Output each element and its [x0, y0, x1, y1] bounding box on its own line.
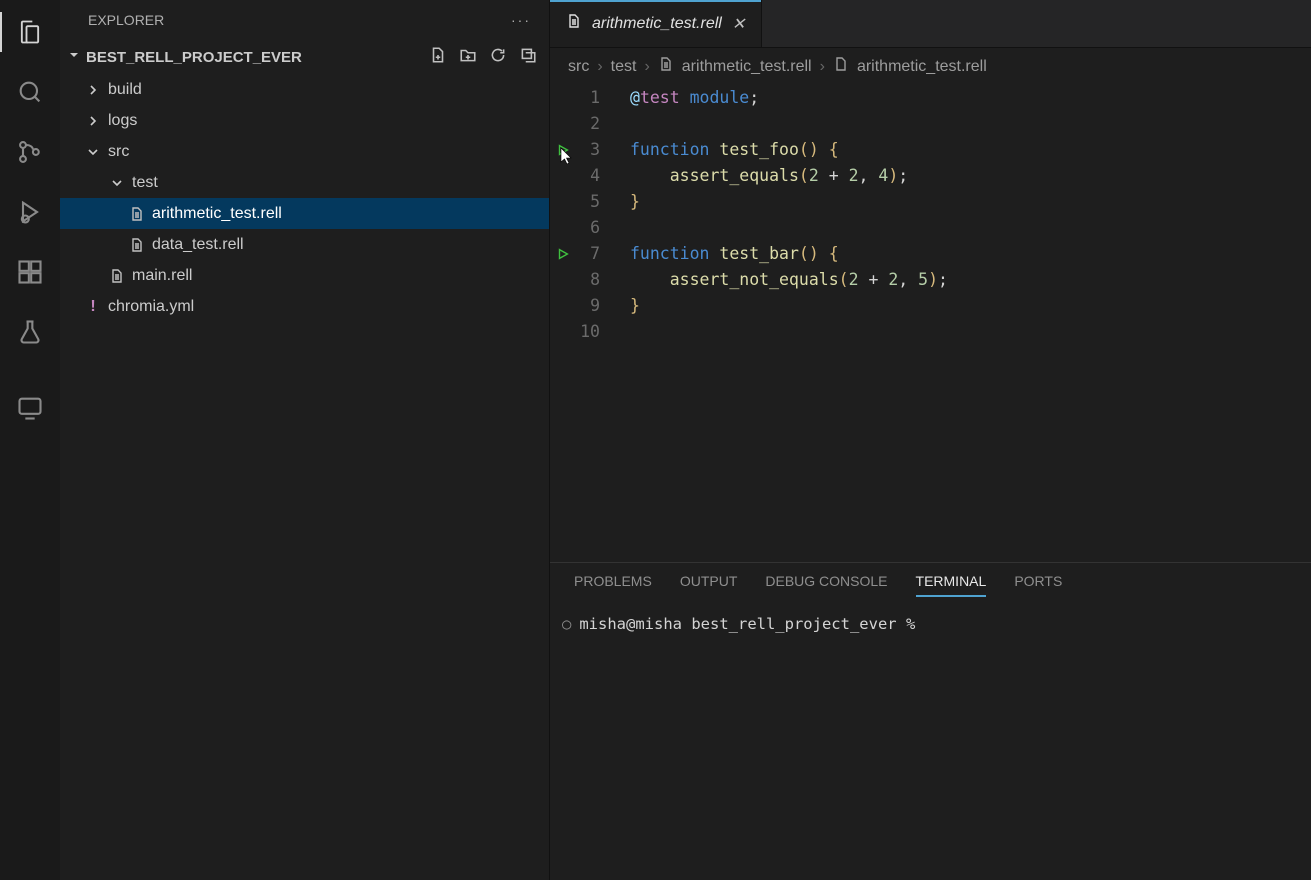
file-icon — [566, 13, 582, 34]
tab-problems[interactable]: PROBLEMS — [574, 573, 652, 597]
file-chromia-yml[interactable]: ! chromia.yml — [60, 291, 549, 322]
breadcrumb[interactable]: src › test › arithmetic_test.rell › arit… — [550, 48, 1311, 85]
folder-label: build — [108, 81, 142, 99]
chevron-right-icon — [84, 113, 102, 129]
chevron-down-icon — [108, 175, 126, 191]
sidebar-header: EXPLORER ··· — [60, 0, 549, 40]
tab-terminal[interactable]: TERMINAL — [916, 573, 987, 597]
line-number-gutter: 1 2 3 4 5 6 7 8 9 10 — [576, 85, 616, 562]
sidebar-title: EXPLORER — [88, 12, 164, 28]
file-label: arithmetic_test.rell — [152, 205, 282, 223]
line-number: 1 — [576, 85, 600, 111]
file-label: data_test.rell — [152, 236, 244, 254]
extensions-icon[interactable] — [12, 254, 48, 290]
code-content[interactable]: @test module; function test_foo() { asse… — [616, 85, 1311, 562]
panel-tab-bar: PROBLEMS OUTPUT DEBUG CONSOLE TERMINAL P… — [550, 563, 1311, 607]
folder-logs[interactable]: logs — [60, 105, 549, 136]
tab-ports[interactable]: PORTS — [1014, 573, 1062, 597]
project-section-header[interactable]: BEST_RELL_PROJECT_EVER — [60, 40, 549, 74]
spinner-icon: ○ — [562, 615, 571, 633]
folder-label: test — [132, 174, 158, 192]
line-number: 7 — [576, 241, 600, 267]
file-icon — [833, 56, 849, 77]
breadcrumb-seg[interactable]: arithmetic_test.rell — [682, 58, 812, 76]
activity-bar — [0, 0, 60, 880]
testing-icon[interactable] — [12, 314, 48, 350]
breadcrumb-seg[interactable]: test — [611, 58, 637, 76]
search-icon[interactable] — [12, 74, 48, 110]
yaml-icon: ! — [84, 298, 102, 316]
folder-src[interactable]: src — [60, 136, 549, 167]
folder-label: src — [108, 143, 129, 161]
chevron-right-icon: › — [820, 58, 825, 76]
file-icon — [128, 237, 146, 253]
tab-bar: arithmetic_test.rell ✕ — [550, 0, 1311, 48]
file-icon — [658, 56, 674, 77]
collapse-all-icon[interactable] — [519, 46, 537, 68]
run-gutter — [550, 85, 576, 562]
explorer-icon[interactable] — [12, 14, 48, 50]
terminal-view[interactable]: ○ misha@misha best_rell_project_ever % — [550, 607, 1311, 880]
file-label: main.rell — [132, 267, 192, 285]
new-folder-icon[interactable] — [459, 46, 477, 68]
terminal-prompt: misha@misha best_rell_project_ever % — [579, 615, 915, 633]
explorer-sidebar: EXPLORER ··· BEST_RELL_PROJECT_EVER buil… — [60, 0, 550, 880]
file-label: chromia.yml — [108, 298, 194, 316]
folder-label: logs — [108, 112, 137, 130]
run-test-icon[interactable] — [550, 241, 576, 267]
folder-test[interactable]: test — [60, 167, 549, 198]
tab-debug-console[interactable]: DEBUG CONSOLE — [765, 573, 887, 597]
tab-output[interactable]: OUTPUT — [680, 573, 738, 597]
file-arithmetic-test[interactable]: arithmetic_test.rell — [60, 198, 549, 229]
chevron-down-icon — [84, 144, 102, 160]
line-number: 2 — [576, 111, 600, 137]
chevron-right-icon: › — [597, 58, 602, 76]
line-number: 8 — [576, 267, 600, 293]
project-name: BEST_RELL_PROJECT_EVER — [86, 49, 302, 66]
run-debug-icon[interactable] — [12, 194, 48, 230]
file-icon — [108, 268, 126, 284]
breadcrumb-seg[interactable]: src — [568, 58, 589, 76]
chevron-right-icon — [84, 82, 102, 98]
line-number: 3 — [576, 137, 600, 163]
run-test-icon[interactable] — [550, 137, 576, 163]
bottom-panel: PROBLEMS OUTPUT DEBUG CONSOLE TERMINAL P… — [550, 562, 1311, 880]
file-main[interactable]: main.rell — [60, 260, 549, 291]
remote-icon[interactable] — [12, 390, 48, 426]
source-control-icon[interactable] — [12, 134, 48, 170]
tab-arithmetic-test[interactable]: arithmetic_test.rell ✕ — [550, 0, 762, 47]
tab-label: arithmetic_test.rell — [592, 15, 722, 33]
line-number: 9 — [576, 293, 600, 319]
breadcrumb-seg[interactable]: arithmetic_test.rell — [857, 58, 987, 76]
line-number: 4 — [576, 163, 600, 189]
chevron-down-icon — [66, 47, 82, 67]
more-icon[interactable]: ··· — [511, 12, 531, 28]
line-number: 10 — [576, 319, 600, 345]
line-number: 5 — [576, 189, 600, 215]
folder-build[interactable]: build — [60, 74, 549, 105]
close-icon[interactable]: ✕ — [732, 14, 745, 34]
file-icon — [128, 206, 146, 222]
chevron-right-icon: › — [644, 58, 649, 76]
file-data-test[interactable]: data_test.rell — [60, 229, 549, 260]
code-editor[interactable]: 1 2 3 4 5 6 7 8 9 10 @test module; funct… — [550, 85, 1311, 562]
refresh-icon[interactable] — [489, 46, 507, 68]
new-file-icon[interactable] — [429, 46, 447, 68]
line-number: 6 — [576, 215, 600, 241]
editor-area: arithmetic_test.rell ✕ src › test › arit… — [550, 0, 1311, 880]
file-tree: build logs src test arithmetic_test.rell… — [60, 74, 549, 322]
